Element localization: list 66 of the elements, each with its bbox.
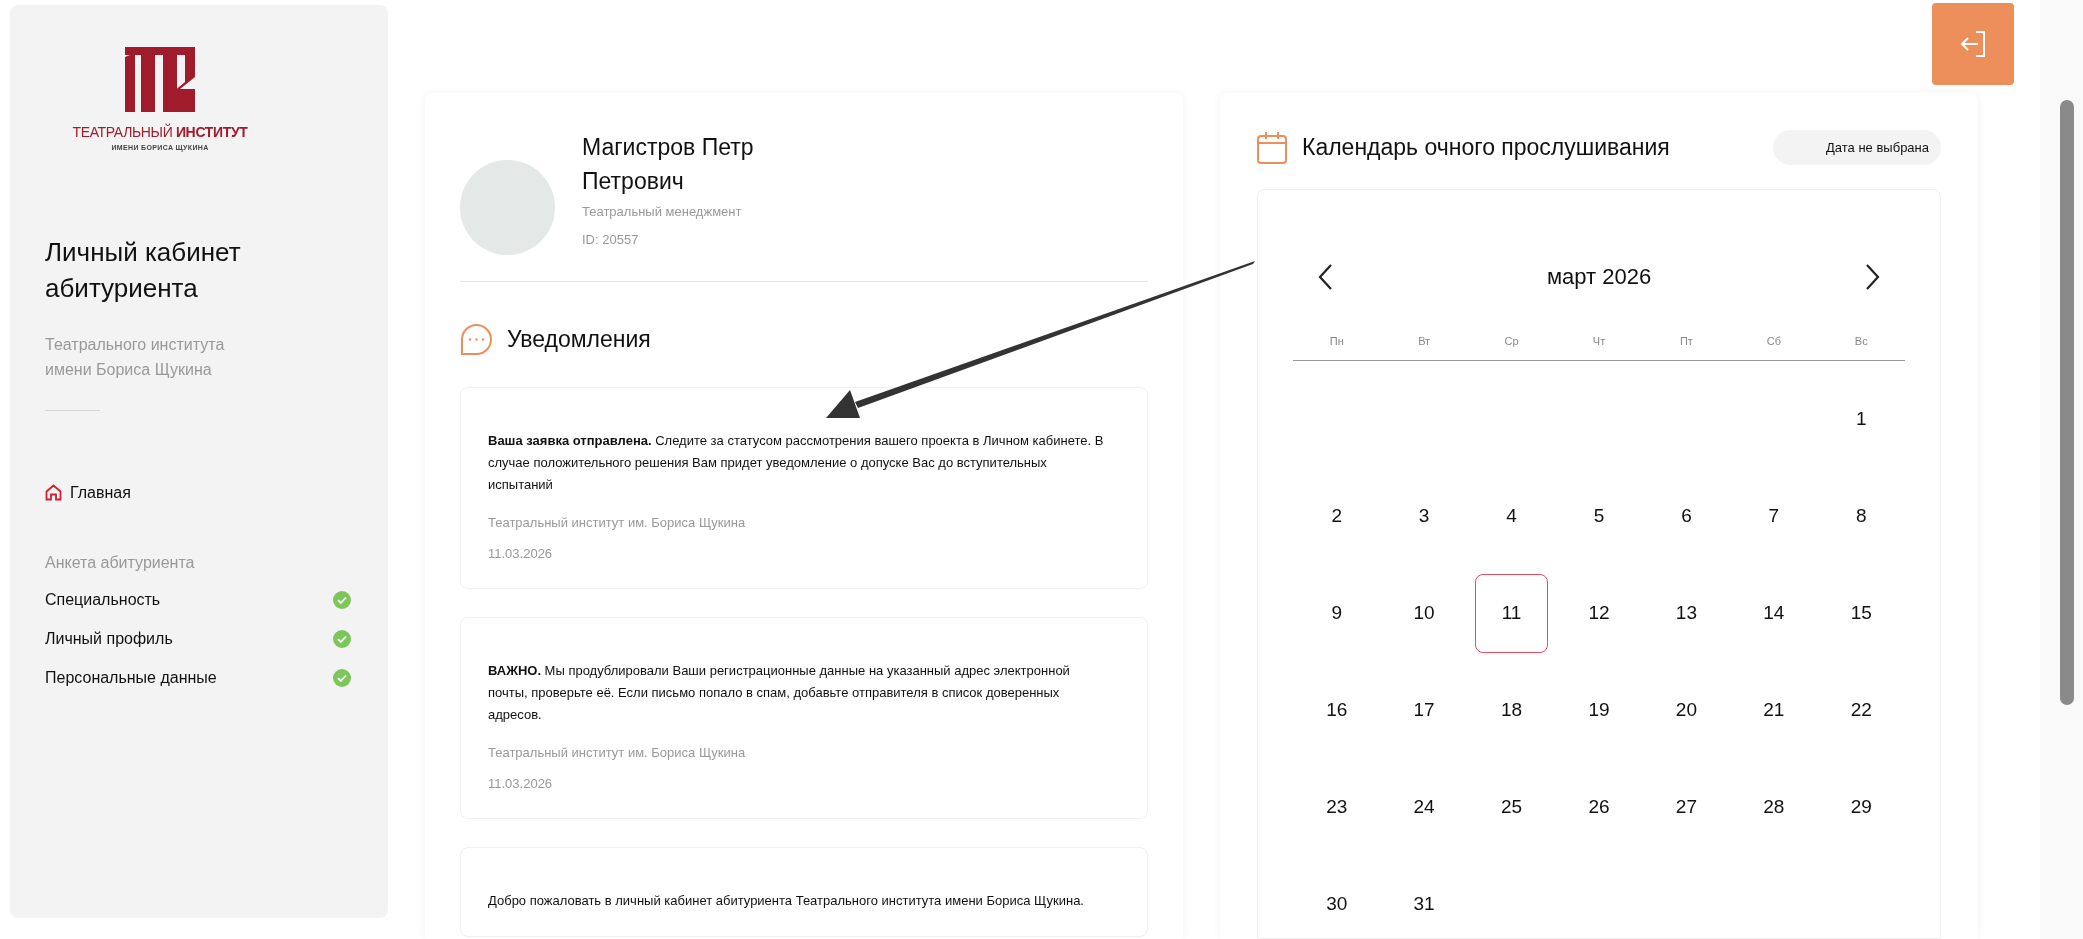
chat-bubble-icon: [460, 322, 493, 356]
calendar-day[interactable]: 20: [1649, 670, 1723, 750]
calendar-day[interactable]: 23: [1300, 767, 1374, 847]
logo-icon: [125, 47, 195, 112]
calendar-day[interactable]: 25: [1475, 767, 1549, 847]
calendar-day[interactable]: 9: [1300, 573, 1374, 653]
profile-id: ID: 20557: [582, 230, 640, 249]
calendar-day[interactable]: 8: [1824, 476, 1898, 556]
weekday-label: Ср: [1503, 334, 1520, 349]
sidebar-title: Личный кабинет абитуриента: [45, 235, 242, 305]
weekday-label: Пт: [1678, 334, 1694, 349]
calendar-day[interactable]: 15: [1824, 573, 1898, 653]
sidebar-subtitle: Театрального института имени Бориса Щукина: [45, 334, 226, 380]
calendar-day[interactable]: 2: [1300, 476, 1374, 556]
calendar-day[interactable]: 12: [1562, 573, 1636, 653]
calendar-day[interactable]: 18: [1475, 670, 1549, 750]
calendar-day[interactable]: 22: [1824, 670, 1898, 750]
date-status-badge: Дата не выбрана: [1773, 130, 1941, 165]
sidebar-item[interactable]: Специальность: [45, 580, 353, 620]
month-title: март 2026: [1546, 263, 1652, 291]
sidebar-item[interactable]: Личный профиль: [45, 619, 353, 659]
calendar-day[interactable]: 28: [1737, 767, 1811, 847]
calendar-day[interactable]: 27: [1649, 767, 1723, 847]
sidebar-item[interactable]: Персональные данные: [45, 658, 353, 698]
calendar-day[interactable]: 26: [1562, 767, 1636, 847]
calendar-day[interactable]: 16: [1300, 670, 1374, 750]
calendar-day[interactable]: 4: [1475, 476, 1549, 556]
calendar-day[interactable]: 1: [1824, 379, 1898, 459]
calendar-day[interactable]: 31: [1387, 864, 1461, 939]
calendar-day[interactable]: 17: [1387, 670, 1461, 750]
weekday-label: Вт: [1417, 334, 1432, 349]
calendar-day[interactable]: 30: [1300, 864, 1374, 939]
weekday-label: Пн: [1328, 334, 1345, 349]
calendar-day[interactable]: 21: [1737, 670, 1811, 750]
calendar-day[interactable]: 5: [1562, 476, 1636, 556]
notifications-title: Уведомления: [507, 325, 651, 354]
calendar-day[interactable]: 11: [1475, 573, 1549, 653]
calendar-day[interactable]: 3: [1387, 476, 1461, 556]
home-icon: [45, 484, 62, 501]
calendar-day[interactable]: 29: [1824, 767, 1898, 847]
calendar-day[interactable]: 19: [1562, 670, 1636, 750]
notification-text: Ваша заявка отправлена. Следите за статусом рассмотрения вашего проекта в Личном кабинете. В случае положительного решения Вам придет уведомление о допуске Вас до вступительных испытаний: [488, 431, 1105, 494]
profile-name: Магистров Петр Петрович: [582, 133, 755, 196]
section-label: Анкета абитуриента: [45, 552, 196, 573]
home-link[interactable]: Главная: [45, 480, 353, 505]
calendar-day[interactable]: 10: [1387, 573, 1461, 653]
calendar-icon: [1257, 131, 1287, 164]
weekday-label: Сб: [1765, 334, 1782, 349]
scrollbar-thumb[interactable]: [2059, 100, 2074, 705]
weekday-label: Чт: [1591, 334, 1607, 349]
notification-source: Театральный институт им. Бориса Щукина: [488, 743, 747, 762]
notification-text: ВАЖНО. Мы продублировали Ваши регистрационные данные на указанный адрес электронной почты, проверьте её. Если письмо попало в спам, добавьте отправителя в список доверенных адресов.: [488, 661, 1071, 724]
notification-source: Театральный институт им. Бориса Щукина: [488, 513, 747, 532]
calendar-day[interactable]: 13: [1649, 573, 1723, 653]
weekday-label: Вс: [1853, 334, 1869, 349]
notification-date: 11.03.2026: [488, 775, 554, 793]
calendar-day[interactable]: 7: [1737, 476, 1811, 556]
calendar-title: Календарь очного прослушивания: [1302, 133, 1670, 163]
logo-text: ТЕАТРАЛЬНЫЙ ИНСТИТУТ: [72, 122, 248, 142]
logout-icon: [1958, 29, 1988, 59]
calendar-day[interactable]: 6: [1649, 476, 1723, 556]
notification-text: Добро пожаловать в личный кабинет абитуриента Театрального института имени Бориса Щукина.: [488, 891, 1085, 910]
notification-date: 11.03.2026: [488, 545, 554, 563]
calendar-day[interactable]: 14: [1737, 573, 1811, 653]
profile-program: Театральный менеджмент: [582, 203, 743, 221]
calendar-day[interactable]: 24: [1387, 767, 1461, 847]
